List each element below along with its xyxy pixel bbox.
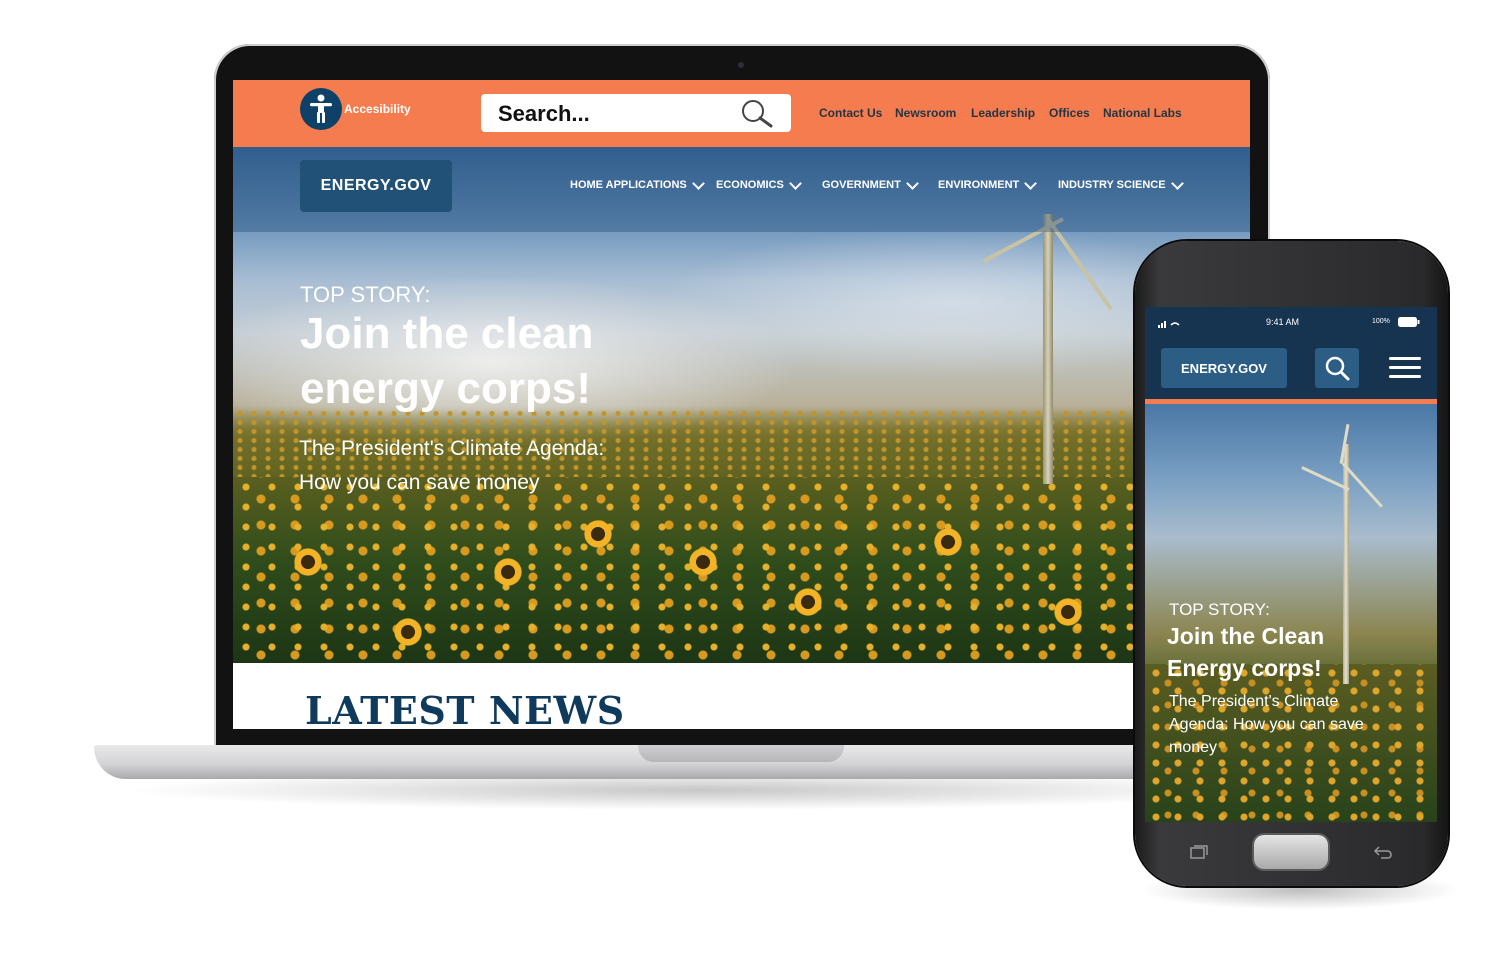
hero-title[interactable]: Join the clean energy corps! xyxy=(300,306,660,416)
search-input[interactable]: Search... xyxy=(481,94,791,132)
sunflower xyxy=(1053,597,1083,627)
status-battery-text: 100% xyxy=(1372,318,1390,325)
mobile-hero-kicker: TOP STORY: xyxy=(1169,600,1270,619)
sunflower xyxy=(933,527,963,557)
menu-icon[interactable] xyxy=(1389,357,1421,384)
utility-bar: Accesibility Search... Contact Us Newsro… xyxy=(233,80,1250,147)
chevron-down-icon xyxy=(1170,176,1184,190)
recent-apps-icon[interactable] xyxy=(1190,845,1208,859)
nav-label: HOME APPLICATIONS xyxy=(570,179,687,191)
link-newsroom[interactable]: Newsroom xyxy=(895,106,956,120)
nav-economics[interactable]: ECONOMICS xyxy=(716,176,802,191)
accessibility-icon xyxy=(310,94,332,123)
hero-sunflower-field xyxy=(233,477,1250,663)
sunflower xyxy=(688,547,718,577)
nav-label: ENVIRONMENT xyxy=(938,179,1020,191)
mobile-hero: TOP STORY: Join the Clean Energy corps! … xyxy=(1145,404,1437,822)
accessibility-label[interactable]: Accesibility xyxy=(344,102,411,116)
sunflower xyxy=(293,547,323,577)
chevron-down-icon xyxy=(691,176,705,190)
mobile-logo[interactable]: ENERGY.GOV xyxy=(1161,348,1287,388)
link-offices[interactable]: Offices xyxy=(1049,106,1090,120)
hero-subtitle[interactable]: The President's Climate Agenda: How you … xyxy=(299,432,639,500)
laptop-screen: Accesibility Search... Contact Us Newsro… xyxy=(233,80,1250,729)
battery-icon xyxy=(1398,317,1420,327)
sunflower xyxy=(583,519,613,549)
signal-icon xyxy=(1158,321,1180,328)
chevron-down-icon xyxy=(788,176,802,190)
latest-news-heading: LATEST NEWS xyxy=(305,688,625,729)
status-time: 9:41 AM xyxy=(1266,317,1300,327)
phone-screen: 9:41 AM 100% ENERGY.GOV TOP STORY: Join … xyxy=(1145,307,1437,822)
link-contact-us[interactable]: Contact Us xyxy=(819,106,882,120)
chevron-down-icon xyxy=(1024,176,1038,190)
wind-turbine xyxy=(1043,214,1053,484)
nav-home-applications[interactable]: HOME APPLICATIONS xyxy=(570,176,705,191)
sunflower xyxy=(793,587,823,617)
chevron-down-icon xyxy=(905,176,919,190)
site-logo[interactable]: ENERGY.GOV xyxy=(300,160,452,212)
sunflower xyxy=(493,557,523,587)
search-icon xyxy=(1325,356,1350,381)
nav-label: INDUSTRY SCIENCE xyxy=(1058,179,1166,191)
accessibility-button[interactable] xyxy=(300,88,342,130)
link-leadership[interactable]: Leadership xyxy=(971,106,1035,120)
nav-government[interactable]: GOVERNMENT xyxy=(822,176,919,191)
nav-industry-science[interactable]: INDUSTRY SCIENCE xyxy=(1058,176,1184,191)
nav-label: ECONOMICS xyxy=(716,179,784,191)
nav-environment[interactable]: ENVIRONMENT xyxy=(938,176,1038,191)
status-bar: 9:41 AM 100% xyxy=(1145,307,1437,339)
laptop-notch xyxy=(638,745,844,762)
phone-home-button[interactable] xyxy=(1254,835,1328,869)
link-national-labs[interactable]: National Labs xyxy=(1103,106,1182,120)
search-placeholder: Search... xyxy=(498,101,590,126)
mobile-search-button[interactable] xyxy=(1315,348,1359,388)
mobile-hero-subtitle[interactable]: The President's Climate Agenda: How you … xyxy=(1169,690,1369,759)
nav-label: GOVERNMENT xyxy=(822,179,901,191)
laptop-camera xyxy=(738,62,744,68)
back-icon[interactable] xyxy=(1373,845,1393,859)
search-icon[interactable] xyxy=(739,98,777,130)
sunflower xyxy=(393,617,423,647)
hero-kicker: TOP STORY: xyxy=(300,282,431,307)
mobile-hero-title[interactable]: Join the Clean Energy corps! xyxy=(1167,620,1367,684)
